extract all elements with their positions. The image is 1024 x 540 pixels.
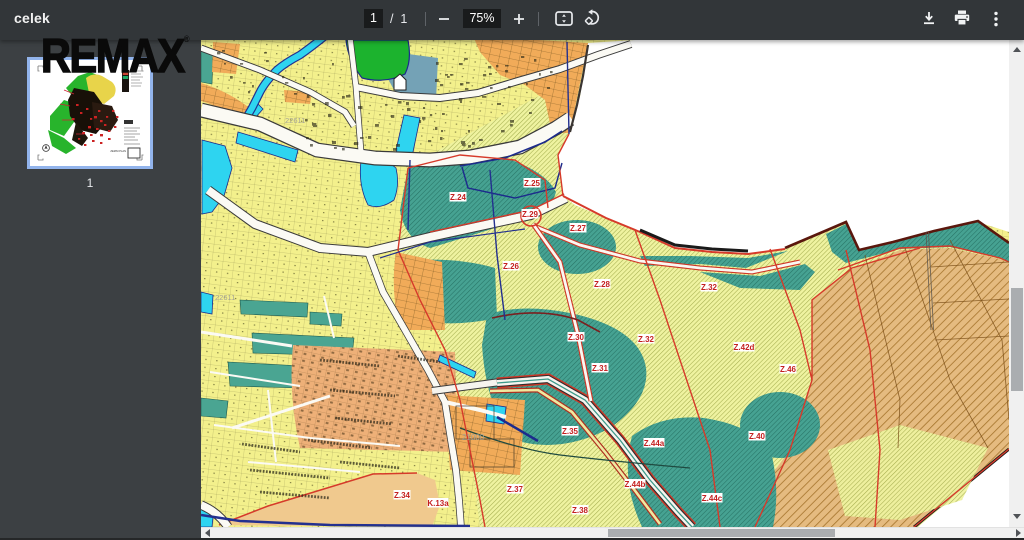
svg-text:K.13a: K.13a xyxy=(427,499,449,508)
svg-text:Z.31: Z.31 xyxy=(592,364,609,373)
svg-text:Z.44b: Z.44b xyxy=(625,480,646,489)
svg-text:Z.40: Z.40 xyxy=(749,432,766,441)
svg-text:21000: 21000 xyxy=(462,433,485,442)
svg-text:Z.27: Z.27 xyxy=(570,224,587,233)
svg-text:Z.46: Z.46 xyxy=(780,365,797,374)
svg-text:Z.32: Z.32 xyxy=(701,283,718,292)
svg-text:Z.44a: Z.44a xyxy=(644,439,665,448)
svg-text:Z.38: Z.38 xyxy=(572,506,589,515)
svg-text:22611: 22611 xyxy=(285,116,305,125)
svg-text:Z.29: Z.29 xyxy=(522,210,539,219)
svg-text:Z.34: Z.34 xyxy=(394,491,411,500)
svg-text:ZEMNI PLAN: ZEMNI PLAN xyxy=(110,149,126,153)
svg-text:Z.32: Z.32 xyxy=(638,335,655,344)
svg-text:Z.28: Z.28 xyxy=(594,280,611,289)
svg-text:Z.25: Z.25 xyxy=(524,179,541,188)
svg-text:Z.24: Z.24 xyxy=(450,193,467,202)
svg-text:Z.37: Z.37 xyxy=(507,485,524,494)
svg-text:Z.35: Z.35 xyxy=(562,427,579,436)
svg-text:Z.30: Z.30 xyxy=(568,333,585,342)
svg-text:Z.26: Z.26 xyxy=(503,262,520,271)
svg-text:22611: 22611 xyxy=(215,293,235,302)
svg-text:Z.44c: Z.44c xyxy=(702,494,723,503)
svg-text:Z.42d: Z.42d xyxy=(734,343,755,352)
